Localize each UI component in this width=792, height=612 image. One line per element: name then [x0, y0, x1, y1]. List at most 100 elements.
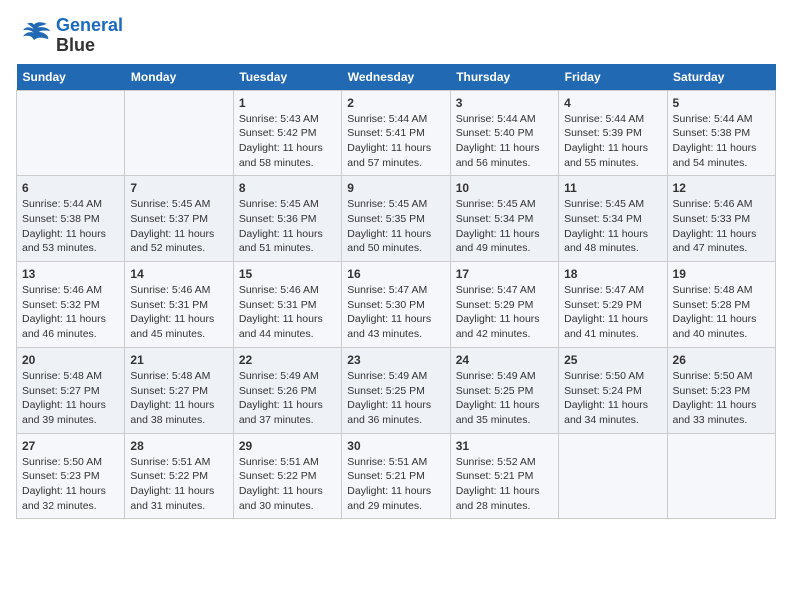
day-info: Sunrise: 5:47 AMSunset: 5:29 PMDaylight:… — [456, 283, 553, 342]
day-number: 25 — [564, 353, 661, 367]
day-number: 2 — [347, 96, 444, 110]
day-info: Sunrise: 5:46 AMSunset: 5:31 PMDaylight:… — [130, 283, 227, 342]
day-info: Sunrise: 5:48 AMSunset: 5:28 PMDaylight:… — [673, 283, 770, 342]
calendar-cell — [125, 90, 233, 176]
day-info: Sunrise: 5:45 AMSunset: 5:34 PMDaylight:… — [564, 197, 661, 256]
calendar-cell: 22 Sunrise: 5:49 AMSunset: 5:26 PMDayligh… — [233, 347, 341, 433]
calendar-cell: 17 Sunrise: 5:47 AMSunset: 5:29 PMDayligh… — [450, 262, 558, 348]
calendar-cell: 24Sunrise: 5:49 AMSunset: 5:25 PMDayligh… — [450, 347, 558, 433]
day-info: Sunrise: 5:46 AMSunset: 5:32 PMDaylight:… — [22, 283, 119, 342]
day-number: 22 — [239, 353, 336, 367]
day-number: 7 — [130, 181, 227, 195]
calendar-cell: 21 Sunrise: 5:48 AMSunset: 5:27 PMDayligh… — [125, 347, 233, 433]
page-header: GeneralBlue — [16, 16, 776, 56]
calendar-cell: 16 Sunrise: 5:47 AMSunset: 5:30 PMDayligh… — [342, 262, 450, 348]
weekday-header-monday: Monday — [125, 64, 233, 91]
day-info: Sunrise: 5:44 AMSunset: 5:39 PMDaylight:… — [564, 112, 661, 171]
weekday-header-friday: Friday — [559, 64, 667, 91]
weekday-header-thursday: Thursday — [450, 64, 558, 91]
day-number: 6 — [22, 181, 119, 195]
calendar-cell: 15 Sunrise: 5:46 AMSunset: 5:31 PMDayligh… — [233, 262, 341, 348]
calendar-cell: 23Sunrise: 5:49 AMSunset: 5:25 PMDayligh… — [342, 347, 450, 433]
day-number: 18 — [564, 267, 661, 281]
day-number: 11 — [564, 181, 661, 195]
day-info: Sunrise: 5:52 AMSunset: 5:21 PMDaylight:… — [456, 455, 553, 514]
day-number: 19 — [673, 267, 770, 281]
day-number: 13 — [22, 267, 119, 281]
calendar-table: SundayMondayTuesdayWednesdayThursdayFrid… — [16, 64, 776, 520]
calendar-cell: 26Sunrise: 5:50 AMSunset: 5:23 PMDayligh… — [667, 347, 775, 433]
calendar-cell: 20 Sunrise: 5:48 AMSunset: 5:27 PMDayligh… — [17, 347, 125, 433]
day-number: 29 — [239, 439, 336, 453]
calendar-cell: 7 Sunrise: 5:45 AMSunset: 5:37 PMDaylight… — [125, 176, 233, 262]
day-number: 27 — [22, 439, 119, 453]
calendar-cell — [667, 433, 775, 519]
calendar-cell: 28 Sunrise: 5:51 AMSunset: 5:22 PMDayligh… — [125, 433, 233, 519]
day-info: Sunrise: 5:48 AMSunset: 5:27 PMDaylight:… — [22, 369, 119, 428]
calendar-cell: 13 Sunrise: 5:46 AMSunset: 5:32 PMDayligh… — [17, 262, 125, 348]
day-info: Sunrise: 5:46 AMSunset: 5:33 PMDaylight:… — [673, 197, 770, 256]
calendar-cell — [559, 433, 667, 519]
day-number: 21 — [130, 353, 227, 367]
day-number: 4 — [564, 96, 661, 110]
day-info: Sunrise: 5:44 AMSunset: 5:41 PMDaylight:… — [347, 112, 444, 171]
calendar-cell: 19 Sunrise: 5:48 AMSunset: 5:28 PMDayligh… — [667, 262, 775, 348]
day-number: 5 — [673, 96, 770, 110]
calendar-cell: 25 Sunrise: 5:50 AMSunset: 5:24 PMDayligh… — [559, 347, 667, 433]
day-info: Sunrise: 5:44 AMSunset: 5:38 PMDaylight:… — [22, 197, 119, 256]
calendar-cell: 29 Sunrise: 5:51 AMSunset: 5:22 PMDayligh… — [233, 433, 341, 519]
calendar-cell: 8 Sunrise: 5:45 AMSunset: 5:36 PMDaylight… — [233, 176, 341, 262]
day-info: Sunrise: 5:51 AMSunset: 5:22 PMDaylight:… — [130, 455, 227, 514]
day-info: Sunrise: 5:47 AMSunset: 5:29 PMDaylight:… — [564, 283, 661, 342]
calendar-cell: 30 Sunrise: 5:51 AMSunset: 5:21 PMDayligh… — [342, 433, 450, 519]
day-number: 30 — [347, 439, 444, 453]
day-info: Sunrise: 5:51 AMSunset: 5:21 PMDaylight:… — [347, 455, 444, 514]
calendar-week-4: 20 Sunrise: 5:48 AMSunset: 5:27 PMDayligh… — [17, 347, 776, 433]
day-number: 9 — [347, 181, 444, 195]
calendar-cell: 10Sunrise: 5:45 AMSunset: 5:34 PMDayligh… — [450, 176, 558, 262]
logo-icon — [16, 20, 52, 52]
day-number: 10 — [456, 181, 553, 195]
weekday-header-tuesday: Tuesday — [233, 64, 341, 91]
calendar-cell: 18 Sunrise: 5:47 AMSunset: 5:29 PMDayligh… — [559, 262, 667, 348]
day-number: 15 — [239, 267, 336, 281]
day-number: 20 — [22, 353, 119, 367]
day-info: Sunrise: 5:45 AMSunset: 5:36 PMDaylight:… — [239, 197, 336, 256]
weekday-header-wednesday: Wednesday — [342, 64, 450, 91]
day-info: Sunrise: 5:51 AMSunset: 5:22 PMDaylight:… — [239, 455, 336, 514]
day-number: 14 — [130, 267, 227, 281]
calendar-cell: 27 Sunrise: 5:50 AMSunset: 5:23 PMDayligh… — [17, 433, 125, 519]
day-info: Sunrise: 5:48 AMSunset: 5:27 PMDaylight:… — [130, 369, 227, 428]
day-number: 28 — [130, 439, 227, 453]
day-info: Sunrise: 5:44 AMSunset: 5:38 PMDaylight:… — [673, 112, 770, 171]
day-number: 12 — [673, 181, 770, 195]
calendar-cell: 11 Sunrise: 5:45 AMSunset: 5:34 PMDayligh… — [559, 176, 667, 262]
day-number: 17 — [456, 267, 553, 281]
day-info: Sunrise: 5:44 AMSunset: 5:40 PMDaylight:… — [456, 112, 553, 171]
calendar-cell — [17, 90, 125, 176]
day-number: 31 — [456, 439, 553, 453]
calendar-week-2: 6 Sunrise: 5:44 AMSunset: 5:38 PMDaylight… — [17, 176, 776, 262]
calendar-week-3: 13 Sunrise: 5:46 AMSunset: 5:32 PMDayligh… — [17, 262, 776, 348]
calendar-cell: 1Sunrise: 5:43 AMSunset: 5:42 PMDaylight… — [233, 90, 341, 176]
day-number: 8 — [239, 181, 336, 195]
day-info: Sunrise: 5:50 AMSunset: 5:23 PMDaylight:… — [22, 455, 119, 514]
day-number: 24 — [456, 353, 553, 367]
calendar-week-5: 27 Sunrise: 5:50 AMSunset: 5:23 PMDayligh… — [17, 433, 776, 519]
day-info: Sunrise: 5:47 AMSunset: 5:30 PMDaylight:… — [347, 283, 444, 342]
day-info: Sunrise: 5:49 AMSunset: 5:25 PMDaylight:… — [347, 369, 444, 428]
day-info: Sunrise: 5:45 AMSunset: 5:37 PMDaylight:… — [130, 197, 227, 256]
day-number: 3 — [456, 96, 553, 110]
day-number: 16 — [347, 267, 444, 281]
day-info: Sunrise: 5:49 AMSunset: 5:26 PMDaylight:… — [239, 369, 336, 428]
day-number: 1 — [239, 96, 336, 110]
logo: GeneralBlue — [16, 16, 123, 56]
day-info: Sunrise: 5:46 AMSunset: 5:31 PMDaylight:… — [239, 283, 336, 342]
logo-text: GeneralBlue — [56, 16, 123, 56]
day-info: Sunrise: 5:45 AMSunset: 5:35 PMDaylight:… — [347, 197, 444, 256]
day-info: Sunrise: 5:50 AMSunset: 5:24 PMDaylight:… — [564, 369, 661, 428]
calendar-header: SundayMondayTuesdayWednesdayThursdayFrid… — [17, 64, 776, 91]
calendar-cell: 12 Sunrise: 5:46 AMSunset: 5:33 PMDayligh… — [667, 176, 775, 262]
calendar-week-1: 1Sunrise: 5:43 AMSunset: 5:42 PMDaylight… — [17, 90, 776, 176]
calendar-cell: 9 Sunrise: 5:45 AMSunset: 5:35 PMDaylight… — [342, 176, 450, 262]
